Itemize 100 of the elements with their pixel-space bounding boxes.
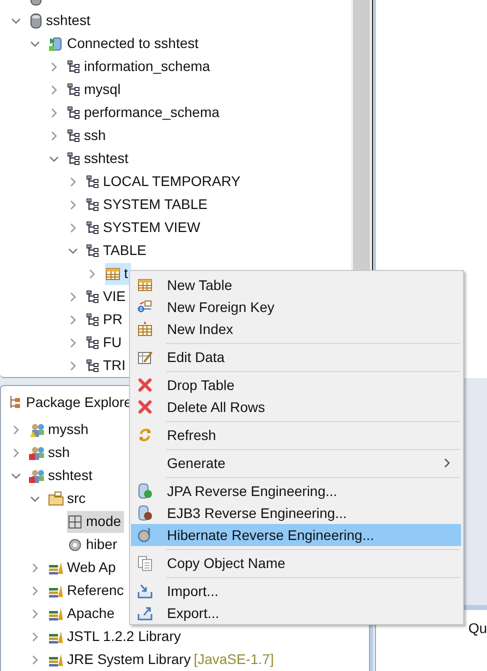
folder-icon (48, 490, 64, 506)
schema-icon (67, 152, 81, 166)
edit-icon (137, 349, 153, 365)
tree-item[interactable]: ssh (67, 124, 109, 146)
collapse-icon[interactable] (30, 38, 40, 48)
menu-item[interactable]: New Foreign Key (131, 296, 461, 318)
menu-item[interactable]: Generate (131, 452, 461, 474)
connection-icon (48, 36, 64, 52)
menu-item[interactable]: Edit Data (131, 346, 461, 368)
menu-item[interactable]: Drop Table (131, 374, 461, 396)
menu-item[interactable]: Delete All Rows (131, 396, 461, 418)
collapse-icon[interactable] (11, 16, 21, 26)
schema-icon (86, 220, 100, 234)
database-icon (29, 12, 43, 28)
tree-item[interactable]: ssh (29, 442, 73, 464)
expand-icon[interactable] (68, 222, 78, 232)
expand-icon[interactable] (49, 108, 59, 118)
library-icon (48, 560, 64, 574)
tree-item[interactable]: hiber (67, 534, 120, 556)
tree-item[interactable]: performance_schema (67, 102, 222, 124)
tree-item[interactable]: myssh (29, 418, 92, 440)
tree-item[interactable]: Connected to sshtest (48, 32, 202, 54)
schema-icon (67, 106, 81, 120)
tree-item[interactable]: TRI (86, 354, 129, 376)
tree-item[interactable]: JRE System Library [JavaSE-1.7] (48, 648, 277, 670)
index-icon (137, 321, 153, 337)
package-explorer-icon (8, 395, 22, 409)
expand-icon[interactable] (68, 292, 78, 302)
tree-item[interactable]: src (48, 488, 89, 510)
tree-item[interactable]: t (105, 262, 131, 284)
menu-item[interactable]: New Table (131, 274, 461, 296)
collapse-icon[interactable] (68, 246, 78, 256)
expand-icon[interactable] (30, 632, 40, 642)
expand-icon[interactable] (30, 562, 40, 572)
schema-icon (86, 336, 100, 350)
refresh-icon (137, 427, 153, 443)
library-icon (48, 606, 64, 620)
table-icon (137, 277, 153, 293)
expand-icon[interactable] (87, 268, 97, 278)
library-icon (48, 630, 64, 644)
tree-item[interactable]: Web Ap (48, 556, 119, 578)
expand-icon[interactable] (68, 360, 78, 370)
panel-title[interactable]: Qu (468, 618, 487, 671)
copy-icon (137, 555, 153, 571)
tree-item[interactable]: VIE (86, 286, 129, 308)
tree-item[interactable]: sshtest (67, 148, 132, 170)
package-icon (67, 514, 83, 530)
tree-item[interactable]: LOCAL TEMPORARY (86, 170, 244, 192)
menu-item[interactable]: Hibernate Reverse Engineering... (131, 524, 461, 546)
schema-icon (86, 290, 100, 304)
version-label: [JavaSE-1.7] (194, 650, 274, 669)
tree-item[interactable]: mode (67, 510, 124, 532)
expand-icon[interactable] (30, 586, 40, 596)
tree-item[interactable]: SYSTEM TABLE (86, 194, 211, 216)
delete-icon (137, 399, 153, 415)
expand-icon[interactable] (11, 448, 21, 458)
collapse-icon[interactable] (11, 470, 21, 480)
file-icon (67, 536, 83, 552)
expand-icon[interactable] (30, 654, 40, 664)
tree-item[interactable]: FU (86, 332, 125, 354)
collapse-icon[interactable] (49, 154, 59, 164)
menu-item[interactable]: Export... (131, 602, 461, 624)
schema-icon (86, 358, 100, 372)
library-icon (48, 584, 64, 598)
schema-icon (67, 128, 81, 142)
expand-icon[interactable] (49, 84, 59, 94)
export-icon (137, 605, 153, 621)
menu-item[interactable]: JPA Reverse Engineering... (131, 480, 461, 502)
menu-item[interactable]: New Index (131, 318, 461, 340)
tree-item[interactable]: sshtest (29, 464, 96, 486)
expand-icon[interactable] (68, 338, 78, 348)
tree-item[interactable]: sshtest (29, 10, 94, 32)
tree-item[interactable]: Referenc (48, 580, 127, 602)
tree-item[interactable]: PR (86, 308, 126, 330)
schema-icon (67, 60, 81, 74)
tree-item[interactable]: JSTL 1.2.2 Library (48, 626, 184, 648)
menu-item[interactable]: Refresh (131, 424, 461, 446)
schema-icon (67, 82, 81, 96)
expand-icon[interactable] (49, 130, 59, 140)
expand-icon[interactable] (68, 314, 78, 324)
tree-item[interactable]: TABLE (86, 240, 150, 262)
collapse-icon[interactable] (30, 494, 40, 504)
menu-item[interactable]: EJB3 Reverse Engineering... (131, 502, 461, 524)
schema-icon (86, 312, 100, 326)
tree-item[interactable]: information_schema (67, 56, 214, 78)
menu-item[interactable]: Copy Object Name (131, 552, 461, 574)
expand-icon[interactable] (11, 424, 21, 434)
expand-icon[interactable] (30, 608, 40, 618)
expand-icon[interactable] (49, 62, 59, 72)
library-icon (48, 652, 64, 666)
table-icon (105, 266, 121, 282)
schema-icon (86, 198, 100, 212)
import-icon (137, 583, 153, 599)
panel-title[interactable]: Package Explore (26, 392, 132, 412)
tree-item[interactable]: SYSTEM VIEW (86, 216, 204, 238)
expand-icon[interactable] (68, 200, 78, 210)
tree-item[interactable]: mysql (67, 78, 124, 100)
tree-item[interactable]: Apache (48, 602, 118, 624)
expand-icon[interactable] (68, 176, 78, 186)
menu-item[interactable]: Import... (131, 580, 461, 602)
